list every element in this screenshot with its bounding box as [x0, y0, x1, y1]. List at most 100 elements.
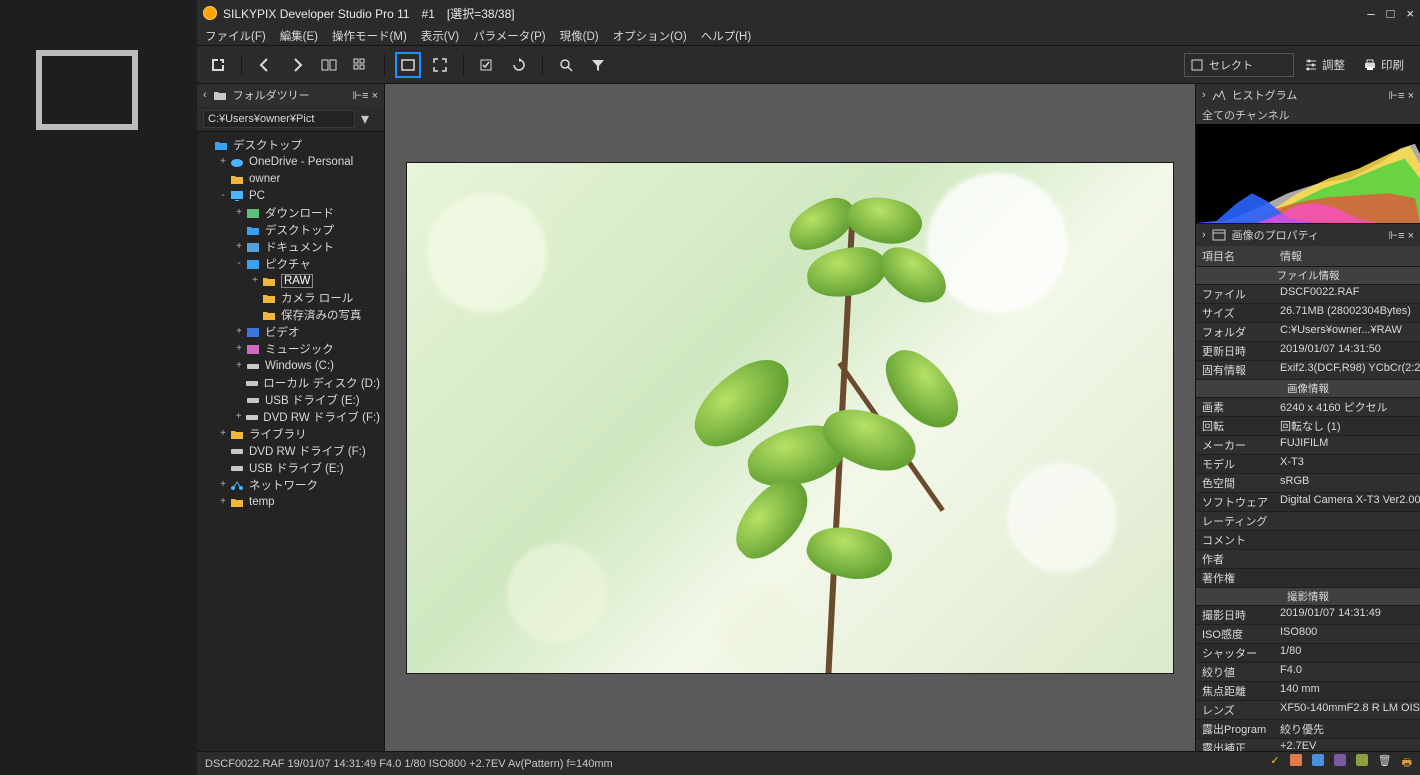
prop-collapse-button[interactable]: › — [1202, 229, 1206, 241]
export-button[interactable] — [205, 52, 231, 78]
fullscreen-button[interactable] — [427, 52, 453, 78]
tree-item[interactable]: DVD RW ドライブ (F:) — [197, 442, 384, 459]
tree-item[interactable]: USB ドライブ (E:) — [197, 391, 384, 408]
path-input[interactable] — [203, 110, 355, 128]
close-button[interactable]: × — [1406, 6, 1414, 21]
menu-item[interactable]: 現像(D) — [560, 28, 599, 44]
expand-icon[interactable]: + — [217, 428, 229, 439]
status-trash-icon[interactable]: 🗑 — [1378, 754, 1392, 773]
hist-collapse-button[interactable]: › — [1202, 89, 1206, 101]
single-view-button[interactable] — [395, 52, 421, 78]
check-tool-button[interactable] — [474, 52, 500, 78]
status-swatch-3[interactable] — [1334, 754, 1346, 766]
menu-item[interactable]: パラメータ(P) — [473, 28, 545, 44]
expand-icon[interactable]: + — [233, 326, 245, 337]
tree-item-label: 保存済みの写真 — [281, 307, 362, 323]
expand-icon[interactable]: + — [233, 241, 245, 252]
tree-item[interactable]: +ネットワーク — [197, 476, 384, 493]
tree-item[interactable]: -ピクチャ — [197, 255, 384, 272]
status-check-icon[interactable]: ✓ — [1270, 754, 1279, 773]
expand-icon[interactable]: + — [233, 411, 244, 422]
vid-icon — [245, 325, 261, 339]
dropdown-icon[interactable]: ▾ — [361, 109, 369, 129]
prop-key: 露出Program — [1196, 720, 1274, 738]
tree-item-label: DVD RW ドライブ (F:) — [249, 443, 366, 459]
tree-item[interactable]: カメラ ロール — [197, 289, 384, 306]
dvd-icon — [229, 444, 245, 458]
hist-pin-button[interactable]: ⊩≡ × — [1389, 89, 1414, 102]
status-text: DSCF0022.RAF 19/01/07 14:31:49 F4.0 1/80… — [205, 758, 613, 770]
sliders-icon — [1304, 58, 1318, 72]
prop-value — [1274, 569, 1420, 587]
expand-icon[interactable]: + — [233, 360, 245, 371]
rotate-button[interactable] — [506, 52, 532, 78]
expand-icon[interactable]: + — [217, 156, 229, 167]
expand-icon[interactable]: + — [249, 275, 261, 286]
menu-item[interactable]: 編集(E) — [280, 28, 318, 44]
prop-key: 固有情報 — [1196, 361, 1274, 379]
tree-item[interactable]: +OneDrive - Personal — [197, 153, 384, 170]
expand-icon[interactable]: + — [217, 479, 229, 490]
select-mode-dropdown[interactable]: セレクト — [1184, 53, 1294, 77]
adjust-panel-button[interactable]: 調整 — [1296, 57, 1353, 73]
tree-item[interactable]: +Windows (C:) — [197, 357, 384, 374]
tree-item[interactable]: +RAW — [197, 272, 384, 289]
expand-icon[interactable]: + — [233, 207, 245, 218]
app-window: SILKYPIX Developer Studio Pro 11 #1 [選択=… — [197, 0, 1420, 775]
prop-value: 2019/01/07 14:31:49 — [1274, 606, 1420, 624]
folder-tree[interactable]: デスクトップ+OneDrive - Personalowner-PC+ダウンロー… — [197, 132, 384, 751]
prop-row: 露出補正+2.7EV — [1196, 739, 1420, 751]
status-swatch-4[interactable] — [1356, 754, 1368, 766]
prop-value: X-T3 — [1274, 455, 1420, 473]
tree-item[interactable]: owner — [197, 170, 384, 187]
tree-item[interactable]: USB ドライブ (E:) — [197, 459, 384, 476]
histogram-channels[interactable]: 全てのチャンネル — [1196, 106, 1420, 124]
menu-item[interactable]: 表示(V) — [421, 28, 459, 44]
thumb-view-button[interactable] — [348, 52, 374, 78]
tree-item[interactable]: + ドキュメント — [197, 238, 384, 255]
status-print-icon[interactable]: 🖶 — [1402, 754, 1412, 773]
menu-item[interactable]: ファイル(F) — [205, 28, 266, 44]
tree-item[interactable]: +ダウンロード — [197, 204, 384, 221]
filter-button[interactable] — [585, 52, 611, 78]
properties-table[interactable]: 項目名情報ファイル情報ファイルDSCF0022.RAFサイズ26.71MB (2… — [1196, 246, 1420, 751]
maximize-button[interactable]: □ — [1387, 6, 1395, 21]
tree-item[interactable]: -PC — [197, 187, 384, 204]
prop-row: 焦点距離140 mm — [1196, 682, 1420, 701]
status-swatch-1[interactable] — [1290, 754, 1302, 766]
tree-item[interactable]: +DVD RW ドライブ (F:) — [197, 408, 384, 425]
tree-item[interactable]: +ライブラリ — [197, 425, 384, 442]
tree-item[interactable]: デスクトップ — [197, 221, 384, 238]
tree-item[interactable]: +ビデオ — [197, 323, 384, 340]
expand-icon[interactable]: - — [233, 258, 245, 269]
expand-icon[interactable]: + — [217, 496, 229, 507]
search-button[interactable] — [553, 52, 579, 78]
minimize-button[interactable]: – — [1367, 6, 1374, 21]
image-viewport[interactable] — [385, 84, 1195, 751]
tree-item[interactable]: ローカル ディスク (D:) — [197, 374, 384, 391]
tree-item-label: ドキュメント — [265, 239, 334, 255]
prop-section: 撮影情報 — [1196, 588, 1420, 606]
tree-item[interactable]: +temp — [197, 493, 384, 510]
drv-icon — [245, 393, 261, 407]
prop-col-val: 情報 — [1274, 246, 1308, 266]
prop-value: 2019/01/07 14:31:50 — [1274, 342, 1420, 360]
tree-item[interactable]: + ミュージック — [197, 340, 384, 357]
expand-icon[interactable]: + — [233, 343, 245, 354]
next-image-button[interactable] — [284, 52, 310, 78]
menu-item[interactable]: ヘルプ(H) — [701, 28, 751, 44]
pin-button[interactable]: ⊩≡ × — [353, 89, 378, 102]
expand-icon[interactable]: - — [217, 190, 229, 201]
panel-collapse-button[interactable]: ‹ — [203, 89, 207, 101]
menu-item[interactable]: オプション(O) — [613, 28, 687, 44]
menu-item[interactable]: 操作モード(M) — [332, 28, 407, 44]
status-swatch-2[interactable] — [1312, 754, 1324, 766]
print-button[interactable]: 印刷 — [1355, 57, 1412, 73]
tree-item[interactable]: デスクトップ — [197, 136, 384, 153]
prop-pin-button[interactable]: ⊩≡ × — [1389, 229, 1414, 242]
tree-item-label: ミュージック — [265, 341, 334, 357]
tree-item[interactable]: 保存済みの写真 — [197, 306, 384, 323]
prev-image-button[interactable] — [252, 52, 278, 78]
prop-row: フォルダC:¥Users¥owner...¥RAW — [1196, 323, 1420, 342]
grid-view-button[interactable] — [316, 52, 342, 78]
